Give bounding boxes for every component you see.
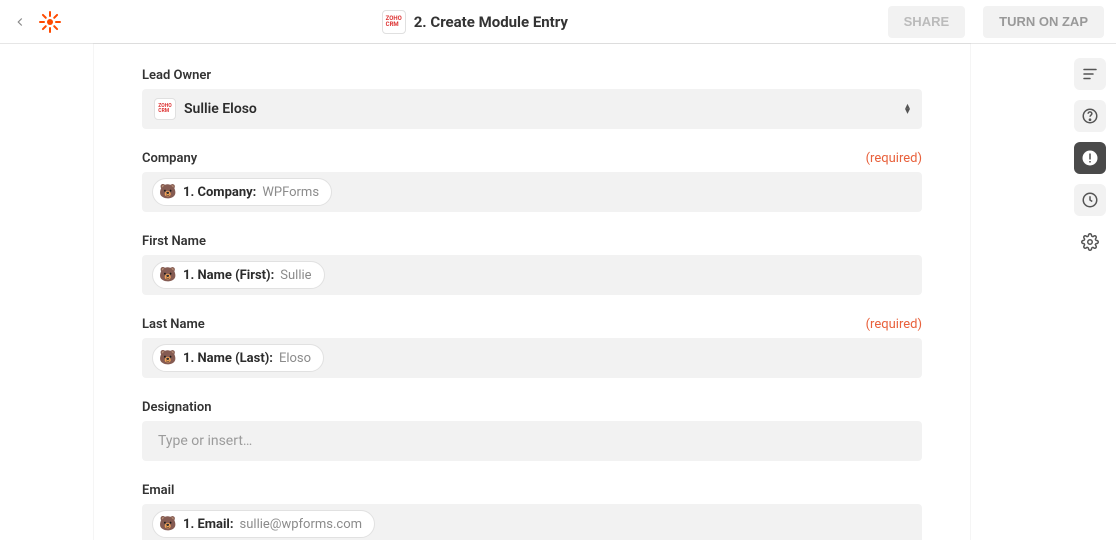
title-wrap: ZOHOCRM 2. Create Module Entry <box>72 10 878 34</box>
designation-label: Designation <box>142 400 212 415</box>
first-name-pill-value: Sullie <box>280 268 311 283</box>
company-pill[interactable]: 🐻 1. Company: WPForms <box>152 178 332 206</box>
field-designation: Designation Type or insert… <box>142 400 922 461</box>
wpforms-icon: 🐻 <box>159 515 177 533</box>
email-pill[interactable]: 🐻 1. Email: sullie@wpforms.com <box>152 510 375 538</box>
lead-owner-label: Lead Owner <box>142 68 211 83</box>
right-rail <box>1074 58 1106 258</box>
field-first-name: First Name 🐻 1. Name (First): Sullie <box>142 234 922 295</box>
outline-icon[interactable] <box>1074 58 1106 90</box>
email-pill-label: 1. Email: <box>183 517 234 532</box>
designation-placeholder: Type or insert… <box>152 433 252 449</box>
select-caret-icon: ▴▾ <box>905 104 910 114</box>
turn-on-zap-button[interactable]: TURN ON ZAP <box>983 6 1104 38</box>
back-chevron-icon[interactable] <box>12 15 28 29</box>
wpforms-icon: 🐻 <box>159 183 177 201</box>
field-company: Company (required) 🐻 1. Company: WPForms <box>142 151 922 212</box>
first-name-input[interactable]: 🐻 1. Name (First): Sullie <box>142 255 922 295</box>
page-title: 2. Create Module Entry <box>414 13 568 31</box>
first-name-pill-label: 1. Name (First): <box>183 268 274 283</box>
company-pill-value: WPForms <box>262 185 319 200</box>
field-lead-owner: Lead Owner ZOHOCRM Sullie Eloso ▴▾ <box>142 68 922 129</box>
step-app-icon: ZOHOCRM <box>382 10 406 34</box>
email-input[interactable]: 🐻 1. Email: sullie@wpforms.com <box>142 504 922 540</box>
zoho-app-icon: ZOHOCRM <box>154 98 176 120</box>
help-icon[interactable] <box>1074 100 1106 132</box>
share-button[interactable]: SHARE <box>888 6 966 38</box>
form-panel: Lead Owner ZOHOCRM Sullie Eloso ▴▾ Compa… <box>94 44 970 540</box>
history-icon[interactable] <box>1074 184 1106 216</box>
email-pill-value: sullie@wpforms.com <box>240 517 363 532</box>
first-name-label: First Name <box>142 234 206 249</box>
last-name-required: (required) <box>866 317 922 332</box>
last-name-pill[interactable]: 🐻 1. Name (Last): Eloso <box>152 344 324 372</box>
last-name-input[interactable]: 🐻 1. Name (Last): Eloso <box>142 338 922 378</box>
zapier-logo-icon <box>38 10 62 34</box>
company-required: (required) <box>866 151 922 166</box>
designation-input[interactable]: Type or insert… <box>142 421 922 461</box>
wpforms-icon: 🐻 <box>159 266 177 284</box>
field-last-name: Last Name (required) 🐻 1. Name (Last): E… <box>142 317 922 378</box>
lead-owner-value: Sullie Eloso <box>184 101 257 117</box>
field-email: Email 🐻 1. Email: sullie@wpforms.com <box>142 483 922 540</box>
company-pill-label: 1. Company: <box>183 185 256 200</box>
first-name-pill[interactable]: 🐻 1. Name (First): Sullie <box>152 261 325 289</box>
settings-icon[interactable] <box>1074 226 1106 258</box>
lead-owner-select[interactable]: ZOHOCRM Sullie Eloso ▴▾ <box>142 89 922 129</box>
company-label: Company <box>142 151 197 166</box>
last-name-pill-value: Eloso <box>279 351 311 366</box>
last-name-pill-label: 1. Name (Last): <box>183 351 273 366</box>
alert-icon[interactable] <box>1074 142 1106 174</box>
top-bar: ZOHOCRM 2. Create Module Entry SHARE TUR… <box>0 0 1116 44</box>
email-label: Email <box>142 483 174 498</box>
company-input[interactable]: 🐻 1. Company: WPForms <box>142 172 922 212</box>
wpforms-icon: 🐻 <box>159 349 177 367</box>
last-name-label: Last Name <box>142 317 205 332</box>
